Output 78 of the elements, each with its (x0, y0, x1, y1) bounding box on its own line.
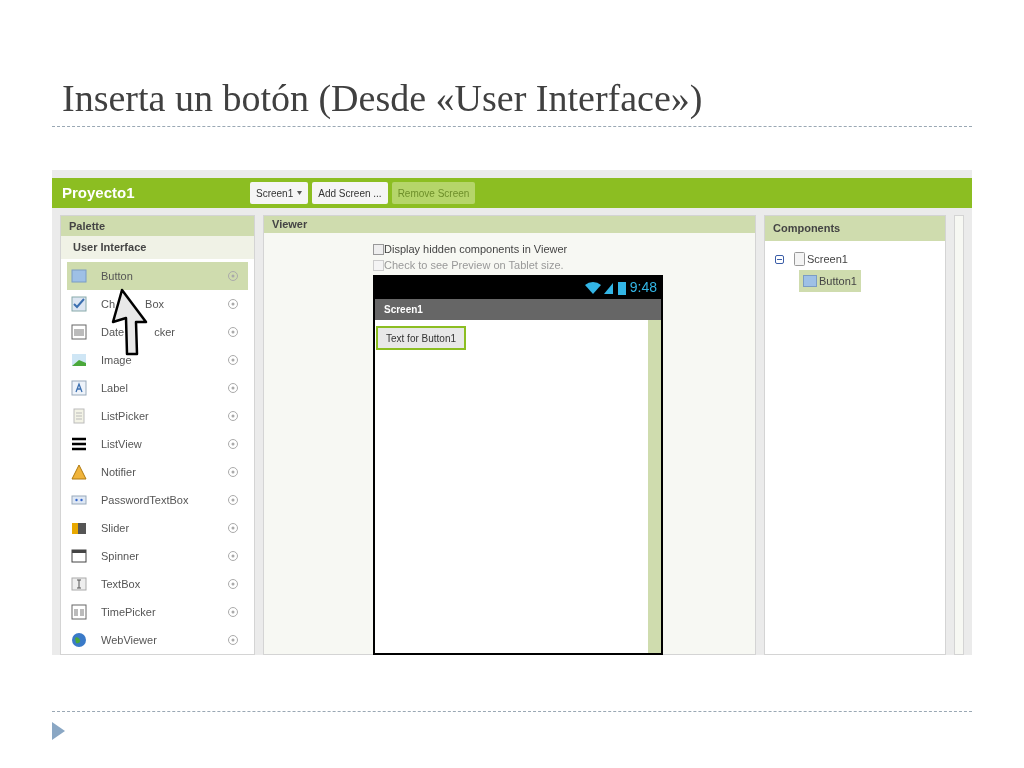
palette-section[interactable]: User Interface (61, 236, 254, 259)
list-icon (71, 436, 87, 452)
toolbar-button[interactable]: Add Screen ... (312, 182, 388, 204)
item-label: TimePicker (101, 604, 156, 620)
palette-item[interactable]: ListPicker (67, 402, 248, 430)
help-icon[interactable] (228, 495, 238, 505)
help-icon[interactable] (228, 355, 238, 365)
item-label: Spinner (101, 548, 139, 564)
textbox-icon (71, 576, 87, 592)
caret-icon (297, 191, 303, 195)
item-label: Ch (101, 296, 116, 312)
item-label: Box (145, 296, 165, 312)
preview-button[interactable]: Text for Button1 (376, 326, 467, 350)
palette-item[interactable]: ListView (67, 430, 248, 458)
checkbox-icon (71, 296, 87, 312)
spinner-icon (71, 548, 87, 564)
slide-title: Inserta un botón (Desde «User Interface») (62, 76, 704, 120)
palette-item[interactable]: Slider (67, 514, 248, 542)
help-icon[interactable] (228, 607, 238, 617)
item-label: Label (101, 380, 128, 396)
palette-item[interactable]: Notifier (67, 458, 248, 486)
item-label: WebViewer (101, 632, 157, 648)
item-label: cker (154, 324, 176, 340)
component-item[interactable]: Screen1 (790, 248, 852, 270)
image-icon (71, 352, 87, 368)
help-icon[interactable] (228, 411, 238, 421)
help-icon[interactable] (228, 635, 238, 645)
panel-header: Viewer (264, 216, 755, 233)
bullet-icon (52, 722, 65, 740)
panel-header: Palette (61, 216, 254, 237)
help-icon[interactable] (228, 299, 238, 309)
help-icon[interactable] (228, 327, 238, 337)
item-label: ListView (101, 436, 142, 452)
item-label: TextBox (101, 576, 141, 592)
checkbox[interactable] (373, 244, 384, 255)
label-icon (71, 380, 87, 396)
component-item[interactable]: Button1 (799, 270, 861, 292)
phone-icon (794, 252, 805, 266)
help-icon[interactable] (228, 523, 238, 533)
palette-item[interactable]: WebViewer (67, 626, 248, 654)
screen-dropdown[interactable]: Screen1 (250, 182, 309, 204)
help-icon[interactable] (228, 551, 238, 561)
help-icon[interactable] (228, 579, 238, 589)
palette-item[interactable]: Label (67, 374, 248, 402)
warning-icon (71, 464, 87, 480)
help-icon[interactable] (228, 467, 238, 477)
option-label: Display hidden components in Viewer (384, 242, 568, 258)
button-icon (71, 268, 87, 284)
project-title: Proyecto1 (61, 182, 136, 203)
item-label: Notifier (101, 464, 136, 480)
palette-item[interactable]: Button (67, 262, 248, 290)
signal-icon (583, 280, 614, 295)
palette-item[interactable]: PasswordTextBox (67, 486, 248, 514)
item-label: PasswordTextBox (101, 492, 189, 508)
panel-header: Components (765, 216, 945, 241)
item-label: ListPicker (101, 408, 149, 424)
button-icon (803, 275, 817, 287)
password-icon (71, 492, 87, 508)
palette-item[interactable]: Ch Box (67, 290, 248, 318)
slider-icon (71, 520, 87, 536)
help-icon[interactable] (228, 271, 238, 281)
palette-item[interactable]: Spinner (67, 542, 248, 570)
globe-icon (71, 632, 87, 648)
item-label: Button (101, 268, 133, 284)
palette-item[interactable]: TextBox (67, 570, 248, 598)
item-label: Date (101, 324, 125, 340)
item-label: Slider (101, 520, 130, 536)
list-icon (71, 408, 87, 424)
palette-item[interactable]: TimePicker (67, 598, 248, 626)
collapse-icon[interactable] (775, 254, 784, 264)
palette-item[interactable]: Image (67, 346, 248, 374)
option-label: Check to see Preview on Tablet size. (384, 258, 564, 274)
battery-icon (617, 280, 626, 295)
help-icon[interactable] (228, 439, 238, 449)
help-icon[interactable] (228, 383, 238, 393)
screen-title-bar: Screen1 (375, 298, 661, 320)
clock-time: 9:48 (629, 278, 657, 297)
item-label: Image (101, 352, 132, 368)
